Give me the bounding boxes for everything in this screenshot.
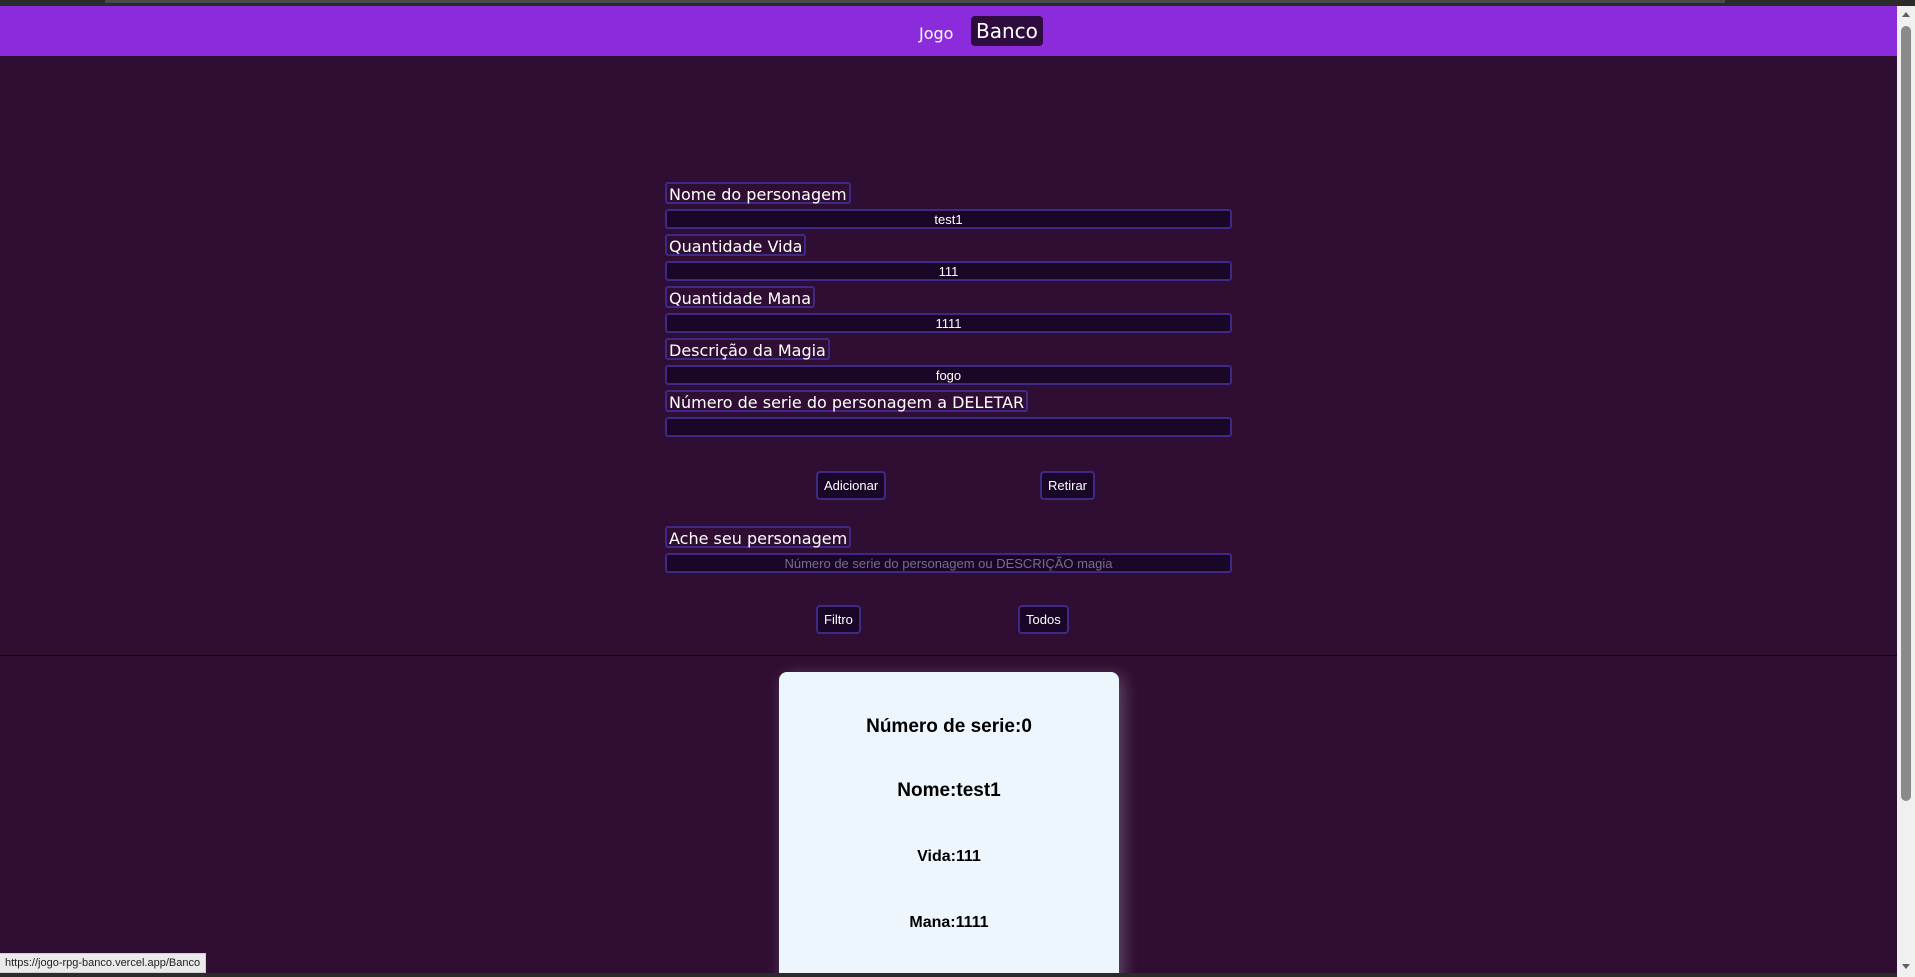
nav-link-banco[interactable]: Banco [971,16,1043,46]
mana-label: Quantidade Mana [665,286,815,308]
vida-input[interactable] [665,261,1232,281]
card-nome: Nome:test1 [897,780,1001,801]
card-mana: Mana:1111 [909,914,989,931]
scroll-up-arrow-icon[interactable] [1902,12,1910,17]
card-vida: Vida:111 [917,848,981,865]
nome-input[interactable] [665,209,1232,229]
vida-label: Quantidade Vida [665,234,807,256]
adicionar-button[interactable]: Adicionar [816,471,887,500]
browser-bottom-edge [0,973,1897,977]
mana-input[interactable] [665,313,1232,333]
vertical-scrollbar[interactable] [1897,6,1915,977]
nav-link-jogo[interactable]: Jogo [919,24,953,43]
nome-label: Nome do personagem [665,182,851,204]
magia-label: Descrição da Magia [665,338,830,360]
scroll-thumb[interactable] [1901,26,1911,801]
search-label: Ache seu personagem [665,526,852,548]
card-serie: Número de serie:0 [866,716,1032,737]
section-divider [0,655,1897,656]
magia-input[interactable] [665,365,1232,385]
character-card: Número de serie:0 Nome:test1 Vida:111 Ma… [779,672,1119,977]
deletar-input[interactable] [665,417,1232,437]
filtro-button[interactable]: Filtro [816,605,861,634]
deletar-label: Número de serie do personagem a DELETAR [665,390,1029,412]
navbar: Jogo Banco [0,6,1897,56]
todos-button[interactable]: Todos [1018,605,1069,634]
retirar-button[interactable]: Retirar [1040,471,1096,500]
browser-top-edge-inner [105,0,1725,3]
scroll-down-arrow-icon[interactable] [1902,964,1910,969]
search-input[interactable] [665,553,1232,573]
browser-viewport: Jogo Banco Nome do personagem Quantidade… [0,0,1915,977]
status-bar-url: https://jogo-rpg-banco.vercel.app/Banco [0,953,207,973]
